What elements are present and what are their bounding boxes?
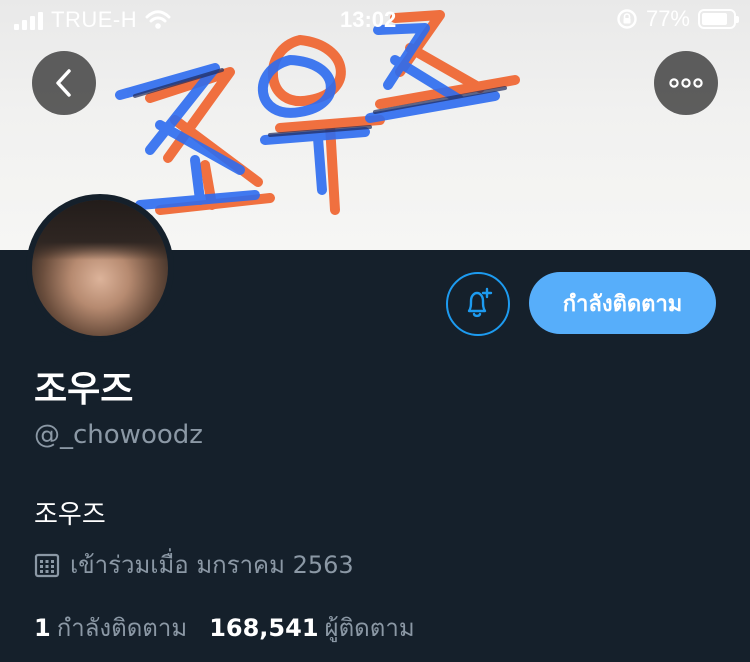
username-handle: @_chowoodz	[34, 420, 203, 450]
wifi-icon	[145, 10, 171, 29]
profile-stats: 1 กำลังติดตาม 168,541 ผู้ติดตาม	[34, 608, 415, 647]
more-options-button[interactable]	[654, 51, 718, 115]
status-bar: TRUE-H 13:02 77%	[0, 0, 750, 40]
bell-plus-icon	[467, 287, 493, 318]
followers-label: ผู้ติดตาม	[324, 614, 415, 642]
avatar[interactable]	[26, 194, 174, 342]
rotation-lock-icon	[617, 9, 637, 29]
battery-icon	[698, 9, 739, 29]
battery-percent: 77%	[645, 6, 690, 31]
display-name: 조우즈	[34, 369, 134, 410]
following-stat[interactable]: 1 กำลังติดตาม	[34, 608, 187, 647]
carrier-label: TRUE-H	[51, 7, 138, 32]
joined-date: เข้าร่วมเมื่อ มกราคม 2563	[34, 545, 354, 584]
status-time: 13:02	[340, 7, 397, 32]
following-button[interactable]: กำลังติดตาม	[529, 272, 716, 334]
more-dots-icon	[669, 78, 703, 88]
following-label: กำลังติดตาม	[56, 614, 188, 642]
joined-date-text: เข้าร่วมเมื่อ มกราคม 2563	[70, 551, 354, 579]
followers-count: 168,541	[209, 614, 319, 642]
back-button[interactable]	[32, 51, 96, 115]
calendar-icon	[34, 553, 60, 577]
following-count: 1	[34, 614, 51, 642]
avatar-photo	[32, 200, 168, 336]
followers-stat[interactable]: 168,541 ผู้ติดตาม	[209, 608, 414, 647]
avatar-hair	[32, 200, 168, 260]
chevron-left-icon	[56, 69, 71, 97]
status-left: TRUE-H	[14, 7, 171, 33]
notify-button[interactable]	[446, 272, 510, 336]
signal-bars-icon	[14, 10, 43, 30]
profile-bio: 조우즈	[34, 500, 106, 530]
status-right: 77%	[616, 6, 739, 32]
